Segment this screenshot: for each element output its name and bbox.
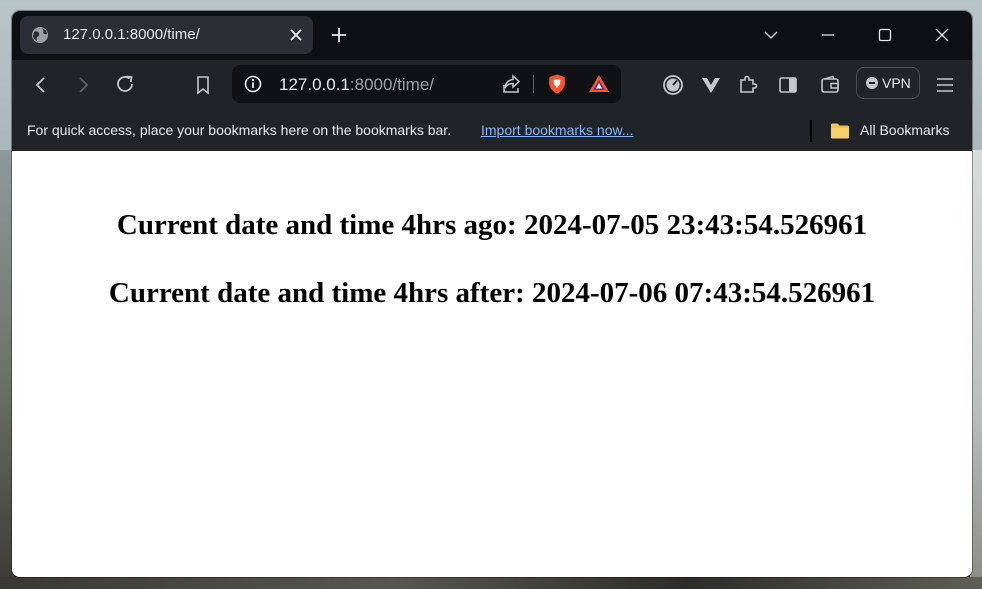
omnibox-divider bbox=[533, 75, 534, 93]
tab-title: 127.0.0.1:8000/time/ bbox=[63, 26, 200, 43]
vpn-shield-icon[interactable] bbox=[700, 74, 722, 96]
navigation-toolbar: 127.0.0.1:8000/time/ VPN bbox=[12, 60, 972, 112]
vpn-label: VPN bbox=[882, 75, 911, 91]
wallet-icon[interactable] bbox=[819, 74, 841, 96]
address-url[interactable]: 127.0.0.1:8000/time/ bbox=[279, 75, 434, 95]
brave-shields-icon[interactable] bbox=[546, 73, 568, 95]
vpn-button[interactable]: VPN bbox=[856, 67, 920, 99]
sidebar-icon[interactable] bbox=[777, 74, 799, 96]
tab-search-chevron-icon[interactable] bbox=[763, 27, 779, 43]
globe-icon bbox=[32, 27, 48, 43]
minimize-icon[interactable] bbox=[820, 27, 836, 43]
bookmarks-divider bbox=[810, 120, 812, 142]
page-content: Current date and time 4hrs ago: 2024-07-… bbox=[12, 151, 972, 577]
maximize-icon[interactable] bbox=[877, 27, 893, 43]
share-icon[interactable] bbox=[501, 73, 523, 95]
time-ago-heading: Current date and time 4hrs ago: 2024-07-… bbox=[116, 209, 868, 241]
vpn-status-icon bbox=[866, 77, 878, 89]
all-bookmarks-button[interactable]: All Bookmarks bbox=[860, 122, 949, 138]
time-after-heading: Current date and time 4hrs after: 2024-0… bbox=[108, 277, 876, 309]
forward-icon[interactable] bbox=[72, 74, 94, 96]
import-bookmarks-link[interactable]: Import bookmarks now... bbox=[481, 122, 634, 138]
bookmarks-bar-message: For quick access, place your bookmarks h… bbox=[27, 122, 452, 138]
address-bar[interactable]: 127.0.0.1:8000/time/ bbox=[232, 65, 621, 103]
brave-rewards-icon[interactable] bbox=[588, 73, 610, 95]
active-tab[interactable]: 127.0.0.1:8000/time/ bbox=[20, 16, 313, 54]
new-tab-icon[interactable] bbox=[330, 26, 348, 44]
extensions-icon[interactable] bbox=[737, 73, 759, 95]
menu-icon[interactable] bbox=[934, 74, 956, 96]
bookmark-icon[interactable] bbox=[192, 74, 214, 96]
speedometer-icon[interactable] bbox=[662, 74, 684, 96]
back-icon[interactable] bbox=[30, 74, 52, 96]
site-info-icon[interactable] bbox=[242, 73, 264, 95]
folder-icon bbox=[831, 123, 849, 139]
bookmarks-bar: For quick access, place your bookmarks h… bbox=[12, 112, 972, 151]
reload-icon[interactable] bbox=[114, 73, 136, 95]
close-window-icon[interactable] bbox=[934, 27, 950, 43]
browser-window: 127.0.0.1:8000/time/ 127.0.0.1:8000/time… bbox=[12, 11, 972, 577]
close-icon[interactable] bbox=[288, 27, 304, 43]
title-bar: 127.0.0.1:8000/time/ bbox=[12, 11, 972, 60]
desktop-wallpaper-bottom bbox=[0, 577, 982, 589]
